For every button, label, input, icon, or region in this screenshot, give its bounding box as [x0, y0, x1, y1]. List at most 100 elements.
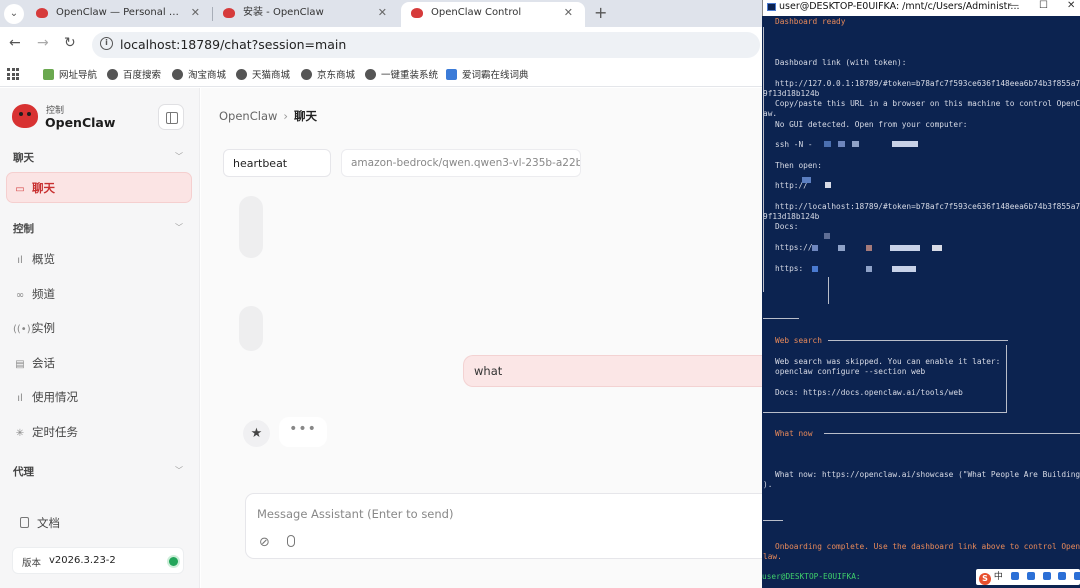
close-window-icon[interactable]: ✕	[1067, 0, 1075, 11]
browser-tab-strip: ⌄ OpenClaw — Personal AI Assistant ✕ 安装 …	[0, 0, 762, 27]
sidebar-item-sessions[interactable]: ▤ 会话	[13, 355, 55, 371]
breadcrumb-root[interactable]: OpenClaw	[219, 109, 277, 123]
box-border	[1006, 345, 1007, 413]
keyboard-icon[interactable]	[1042, 572, 1051, 580]
message-skeleton	[239, 196, 263, 258]
terminal-line: http://127.0.0.1:18789/#token=b78afc7f59…	[775, 79, 1080, 88]
sidebar-item-overview[interactable]: ıl 概览	[13, 251, 55, 267]
section-control-header[interactable]: 控制	[13, 221, 34, 236]
openclaw-favicon-icon	[411, 8, 423, 18]
bar-chart-icon: ıl	[17, 255, 23, 266]
sidebar-item-instances[interactable]: ((•))实例	[13, 320, 55, 336]
tab-close-icon[interactable]: ✕	[191, 2, 200, 24]
sidebar-item-cron-jobs[interactable]: ✳ 定时任务	[13, 424, 78, 440]
skin-icon[interactable]	[1058, 572, 1067, 580]
redacted-block	[892, 141, 918, 147]
terminal-line: https://	[775, 243, 813, 252]
bookmark-item[interactable]: 网址导航	[43, 67, 97, 81]
sidebar: 控制 OpenClaw 聊天 ﹀ ▭ 聊天 控制 ﹀ ıl 概览 ∞ 频道 ((•))…	[0, 88, 200, 588]
punctuation-icon[interactable]	[1010, 572, 1019, 580]
terminal-line: ).	[763, 480, 773, 489]
terminal-line: 9f13d18b124b	[763, 89, 820, 98]
tab-close-icon[interactable]: ✕	[378, 2, 387, 24]
terminal-line: law.	[763, 552, 782, 561]
brand-title: OpenClaw	[45, 115, 116, 130]
link-icon: ∞	[15, 290, 25, 301]
section-agent-header[interactable]: 代理	[13, 464, 34, 479]
terminal-titlebar: user@DESKTOP-E0UIFKA: /mnt/c/Users/Admin…	[762, 0, 1080, 16]
sidebar-item-channels[interactable]: ∞ 频道	[13, 286, 55, 302]
openclaw-favicon-icon	[223, 8, 235, 18]
terminal-prompt-row: user@DESKTOP-E0UIFKA: S 中	[762, 568, 1080, 588]
sidebar-item-label: 聊天	[32, 181, 55, 195]
browser-tab-2[interactable]: 安装 - OpenClaw ✕	[213, 2, 399, 27]
apps-grid-icon[interactable]	[7, 68, 19, 80]
composer-placeholder[interactable]: Message Assistant (Enter to send)	[257, 507, 453, 521]
microphone-icon[interactable]	[1026, 572, 1035, 580]
terminal-app-icon	[767, 3, 776, 11]
terminal-line: 9f13d18b124b	[763, 212, 820, 221]
back-arrow-icon[interactable]: ←	[9, 35, 21, 51]
terminal-line: ssh -N -	[775, 140, 813, 149]
sogou-ime-icon[interactable]: S	[979, 573, 991, 585]
sidebar-item-usage[interactable]: ıl 使用情况	[13, 389, 78, 405]
site-info-icon[interactable]: i	[100, 37, 113, 50]
chevron-down-icon[interactable]: ﹀	[175, 465, 183, 476]
bookmark-item[interactable]: 天猫商城	[236, 67, 290, 81]
forward-arrow-icon[interactable]: →	[37, 35, 49, 51]
bookmark-item[interactable]: 一键重装系统	[365, 67, 438, 81]
globe-icon	[172, 69, 183, 80]
bookmark-item[interactable]: 爱词霸在线词典	[446, 67, 529, 81]
sidebar-item-label: 会话	[32, 356, 55, 370]
dictionary-icon	[446, 69, 457, 80]
sidebar-item-chat[interactable]: ▭ 聊天	[6, 172, 192, 203]
ime-toolbar[interactable]: S 中	[976, 569, 1080, 585]
tab-close-icon[interactable]: ✕	[564, 2, 573, 24]
new-tab-plus-icon[interactable]: +	[594, 3, 607, 22]
minimize-icon[interactable]: —	[1009, 0, 1019, 11]
ime-mode-label[interactable]: 中	[994, 572, 1003, 582]
redacted-block	[838, 141, 845, 147]
address-bar-row: ← → ↻ i localhost:18789/chat?session=mai…	[0, 27, 762, 63]
sidebar-item-label: 使用情况	[32, 390, 78, 404]
browser-tab-3-active[interactable]: OpenClaw Control ✕	[401, 2, 585, 27]
status-online-dot	[169, 557, 178, 566]
shell-prompt[interactable]: user@DESKTOP-E0UIFKA:	[762, 572, 861, 581]
hao123-icon	[43, 69, 54, 80]
docs-link[interactable]: 文档	[20, 515, 60, 531]
chat-main: OpenClaw › 聊天 heartbeat amazon-bedrock/qwe…	[201, 88, 762, 588]
tab-search-chevron-icon[interactable]: ⌄	[4, 4, 24, 24]
microphone-icon[interactable]	[287, 535, 295, 547]
sidebar-collapse-button[interactable]	[158, 104, 184, 130]
sidebar-item-label: 概览	[32, 252, 55, 266]
version-value: v2026.3.23-2	[49, 555, 116, 566]
browser-tab-1[interactable]: OpenClaw — Personal AI Assistant ✕	[26, 2, 212, 27]
url-text[interactable]: localhost:18789/chat?session=main	[120, 37, 346, 52]
message-composer[interactable]: Message Assistant (Enter to send) ⊘	[245, 493, 762, 559]
sidebar-item-label: 实例	[32, 321, 55, 335]
maximize-icon[interactable]: ☐	[1039, 0, 1048, 11]
box-border	[828, 340, 1008, 341]
bookmark-item[interactable]: 淘宝商城	[172, 67, 226, 81]
reload-icon[interactable]: ↻	[64, 35, 76, 51]
chevron-down-icon[interactable]: ﹀	[175, 151, 183, 162]
terminal-line: What now: https://openclaw.ai/showcase (…	[775, 470, 1080, 479]
bookmark-item[interactable]: 京东商城	[301, 67, 355, 81]
tools-grid-icon[interactable]	[1074, 572, 1080, 580]
breadcrumb-current: 聊天	[294, 109, 318, 123]
paperclip-icon[interactable]: ⊘	[259, 535, 270, 550]
terminal-line: openclaw configure --section web	[775, 367, 926, 376]
breadcrumb-separator-icon: ›	[283, 109, 289, 123]
broadcast-icon: ((•))	[13, 324, 35, 335]
chevron-down-icon[interactable]: ﹀	[175, 222, 183, 233]
url-omnibox[interactable]: i localhost:18789/chat?session=main	[92, 32, 760, 58]
box-border	[824, 433, 1080, 434]
globe-icon	[236, 69, 247, 80]
redacted-block	[812, 245, 818, 251]
session-select[interactable]: heartbeat	[223, 149, 331, 177]
section-chat-header[interactable]: 聊天	[13, 150, 34, 165]
model-select[interactable]: amazon-bedrock/qwen.qwen3-vl-235b-a22b	[341, 149, 581, 177]
terminal-window[interactable]: user@DESKTOP-E0UIFKA: /mnt/c/Users/Admin…	[762, 0, 1080, 588]
typing-indicator: •••	[279, 417, 327, 447]
bookmark-item[interactable]: 百度搜索	[107, 67, 161, 81]
